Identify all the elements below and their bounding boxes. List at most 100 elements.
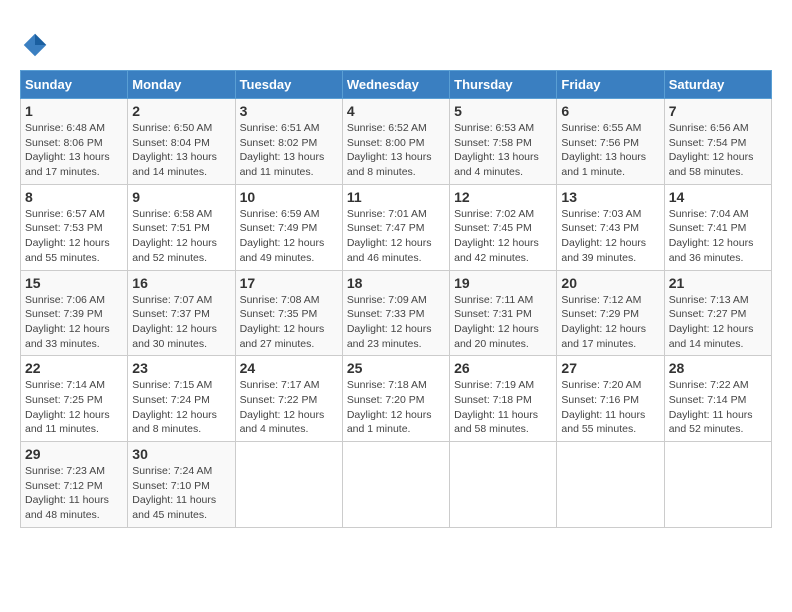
calendar-day-4: 4 Sunrise: 6:52 AM Sunset: 8:00 PM Dayli… bbox=[342, 99, 449, 185]
day-number: 29 bbox=[25, 446, 123, 462]
calendar-day-24: 24 Sunrise: 7:17 AM Sunset: 7:22 PM Dayl… bbox=[235, 356, 342, 442]
calendar-week-row: 8 Sunrise: 6:57 AM Sunset: 7:53 PM Dayli… bbox=[21, 184, 772, 270]
day-info: Sunrise: 7:20 AM Sunset: 7:16 PM Dayligh… bbox=[561, 378, 659, 437]
calendar-table: SundayMondayTuesdayWednesdayThursdayFrid… bbox=[20, 70, 772, 528]
calendar-day-28: 28 Sunrise: 7:22 AM Sunset: 7:14 PM Dayl… bbox=[664, 356, 771, 442]
logo bbox=[20, 30, 54, 60]
day-info: Sunrise: 7:14 AM Sunset: 7:25 PM Dayligh… bbox=[25, 378, 123, 437]
day-number: 11 bbox=[347, 189, 445, 205]
page-header bbox=[20, 20, 772, 60]
day-info: Sunrise: 7:17 AM Sunset: 7:22 PM Dayligh… bbox=[240, 378, 338, 437]
day-number: 28 bbox=[669, 360, 767, 376]
day-info: Sunrise: 7:18 AM Sunset: 7:20 PM Dayligh… bbox=[347, 378, 445, 437]
day-info: Sunrise: 7:24 AM Sunset: 7:10 PM Dayligh… bbox=[132, 464, 230, 523]
day-info: Sunrise: 6:56 AM Sunset: 7:54 PM Dayligh… bbox=[669, 121, 767, 180]
logo-icon bbox=[20, 30, 50, 60]
day-info: Sunrise: 6:52 AM Sunset: 8:00 PM Dayligh… bbox=[347, 121, 445, 180]
calendar-day-11: 11 Sunrise: 7:01 AM Sunset: 7:47 PM Dayl… bbox=[342, 184, 449, 270]
calendar-day-empty bbox=[664, 442, 771, 528]
day-info: Sunrise: 6:57 AM Sunset: 7:53 PM Dayligh… bbox=[25, 207, 123, 266]
day-number: 17 bbox=[240, 275, 338, 291]
day-number: 18 bbox=[347, 275, 445, 291]
day-info: Sunrise: 6:58 AM Sunset: 7:51 PM Dayligh… bbox=[132, 207, 230, 266]
day-info: Sunrise: 6:51 AM Sunset: 8:02 PM Dayligh… bbox=[240, 121, 338, 180]
calendar-day-3: 3 Sunrise: 6:51 AM Sunset: 8:02 PM Dayli… bbox=[235, 99, 342, 185]
weekday-header-wednesday: Wednesday bbox=[342, 71, 449, 99]
calendar-day-21: 21 Sunrise: 7:13 AM Sunset: 7:27 PM Dayl… bbox=[664, 270, 771, 356]
day-info: Sunrise: 6:53 AM Sunset: 7:58 PM Dayligh… bbox=[454, 121, 552, 180]
day-info: Sunrise: 7:19 AM Sunset: 7:18 PM Dayligh… bbox=[454, 378, 552, 437]
calendar-day-17: 17 Sunrise: 7:08 AM Sunset: 7:35 PM Dayl… bbox=[235, 270, 342, 356]
day-number: 8 bbox=[25, 189, 123, 205]
calendar-day-26: 26 Sunrise: 7:19 AM Sunset: 7:18 PM Dayl… bbox=[450, 356, 557, 442]
day-number: 14 bbox=[669, 189, 767, 205]
day-number: 19 bbox=[454, 275, 552, 291]
calendar-day-29: 29 Sunrise: 7:23 AM Sunset: 7:12 PM Dayl… bbox=[21, 442, 128, 528]
calendar-day-12: 12 Sunrise: 7:02 AM Sunset: 7:45 PM Dayl… bbox=[450, 184, 557, 270]
calendar-day-22: 22 Sunrise: 7:14 AM Sunset: 7:25 PM Dayl… bbox=[21, 356, 128, 442]
calendar-day-18: 18 Sunrise: 7:09 AM Sunset: 7:33 PM Dayl… bbox=[342, 270, 449, 356]
weekday-header-thursday: Thursday bbox=[450, 71, 557, 99]
day-number: 12 bbox=[454, 189, 552, 205]
calendar-day-empty bbox=[557, 442, 664, 528]
day-info: Sunrise: 7:06 AM Sunset: 7:39 PM Dayligh… bbox=[25, 293, 123, 352]
day-info: Sunrise: 7:02 AM Sunset: 7:45 PM Dayligh… bbox=[454, 207, 552, 266]
day-number: 1 bbox=[25, 103, 123, 119]
calendar-day-23: 23 Sunrise: 7:15 AM Sunset: 7:24 PM Dayl… bbox=[128, 356, 235, 442]
calendar-day-19: 19 Sunrise: 7:11 AM Sunset: 7:31 PM Dayl… bbox=[450, 270, 557, 356]
calendar-day-2: 2 Sunrise: 6:50 AM Sunset: 8:04 PM Dayli… bbox=[128, 99, 235, 185]
day-info: Sunrise: 7:09 AM Sunset: 7:33 PM Dayligh… bbox=[347, 293, 445, 352]
day-info: Sunrise: 7:03 AM Sunset: 7:43 PM Dayligh… bbox=[561, 207, 659, 266]
day-number: 13 bbox=[561, 189, 659, 205]
day-number: 27 bbox=[561, 360, 659, 376]
calendar-day-1: 1 Sunrise: 6:48 AM Sunset: 8:06 PM Dayli… bbox=[21, 99, 128, 185]
calendar-week-row: 1 Sunrise: 6:48 AM Sunset: 8:06 PM Dayli… bbox=[21, 99, 772, 185]
calendar-week-row: 29 Sunrise: 7:23 AM Sunset: 7:12 PM Dayl… bbox=[21, 442, 772, 528]
day-number: 25 bbox=[347, 360, 445, 376]
calendar-day-9: 9 Sunrise: 6:58 AM Sunset: 7:51 PM Dayli… bbox=[128, 184, 235, 270]
weekday-header-row: SundayMondayTuesdayWednesdayThursdayFrid… bbox=[21, 71, 772, 99]
day-number: 3 bbox=[240, 103, 338, 119]
calendar-day-15: 15 Sunrise: 7:06 AM Sunset: 7:39 PM Dayl… bbox=[21, 270, 128, 356]
calendar-day-10: 10 Sunrise: 6:59 AM Sunset: 7:49 PM Dayl… bbox=[235, 184, 342, 270]
calendar-day-25: 25 Sunrise: 7:18 AM Sunset: 7:20 PM Dayl… bbox=[342, 356, 449, 442]
weekday-header-sunday: Sunday bbox=[21, 71, 128, 99]
day-info: Sunrise: 7:01 AM Sunset: 7:47 PM Dayligh… bbox=[347, 207, 445, 266]
calendar-week-row: 15 Sunrise: 7:06 AM Sunset: 7:39 PM Dayl… bbox=[21, 270, 772, 356]
day-number: 16 bbox=[132, 275, 230, 291]
day-number: 6 bbox=[561, 103, 659, 119]
weekday-header-friday: Friday bbox=[557, 71, 664, 99]
day-info: Sunrise: 7:08 AM Sunset: 7:35 PM Dayligh… bbox=[240, 293, 338, 352]
calendar-day-8: 8 Sunrise: 6:57 AM Sunset: 7:53 PM Dayli… bbox=[21, 184, 128, 270]
day-info: Sunrise: 7:11 AM Sunset: 7:31 PM Dayligh… bbox=[454, 293, 552, 352]
calendar-day-empty bbox=[450, 442, 557, 528]
day-number: 7 bbox=[669, 103, 767, 119]
calendar-day-30: 30 Sunrise: 7:24 AM Sunset: 7:10 PM Dayl… bbox=[128, 442, 235, 528]
day-number: 21 bbox=[669, 275, 767, 291]
calendar-day-20: 20 Sunrise: 7:12 AM Sunset: 7:29 PM Dayl… bbox=[557, 270, 664, 356]
calendar-day-empty bbox=[235, 442, 342, 528]
calendar-day-empty bbox=[342, 442, 449, 528]
day-info: Sunrise: 7:13 AM Sunset: 7:27 PM Dayligh… bbox=[669, 293, 767, 352]
day-number: 24 bbox=[240, 360, 338, 376]
day-number: 5 bbox=[454, 103, 552, 119]
day-number: 15 bbox=[25, 275, 123, 291]
calendar-day-16: 16 Sunrise: 7:07 AM Sunset: 7:37 PM Dayl… bbox=[128, 270, 235, 356]
calendar-day-13: 13 Sunrise: 7:03 AM Sunset: 7:43 PM Dayl… bbox=[557, 184, 664, 270]
day-number: 23 bbox=[132, 360, 230, 376]
weekday-header-tuesday: Tuesday bbox=[235, 71, 342, 99]
day-info: Sunrise: 7:12 AM Sunset: 7:29 PM Dayligh… bbox=[561, 293, 659, 352]
calendar-week-row: 22 Sunrise: 7:14 AM Sunset: 7:25 PM Dayl… bbox=[21, 356, 772, 442]
day-number: 26 bbox=[454, 360, 552, 376]
calendar-day-14: 14 Sunrise: 7:04 AM Sunset: 7:41 PM Dayl… bbox=[664, 184, 771, 270]
weekday-header-saturday: Saturday bbox=[664, 71, 771, 99]
day-info: Sunrise: 6:50 AM Sunset: 8:04 PM Dayligh… bbox=[132, 121, 230, 180]
day-number: 4 bbox=[347, 103, 445, 119]
day-number: 22 bbox=[25, 360, 123, 376]
weekday-header-monday: Monday bbox=[128, 71, 235, 99]
day-number: 10 bbox=[240, 189, 338, 205]
day-info: Sunrise: 7:07 AM Sunset: 7:37 PM Dayligh… bbox=[132, 293, 230, 352]
day-info: Sunrise: 6:48 AM Sunset: 8:06 PM Dayligh… bbox=[25, 121, 123, 180]
day-info: Sunrise: 7:04 AM Sunset: 7:41 PM Dayligh… bbox=[669, 207, 767, 266]
day-number: 2 bbox=[132, 103, 230, 119]
